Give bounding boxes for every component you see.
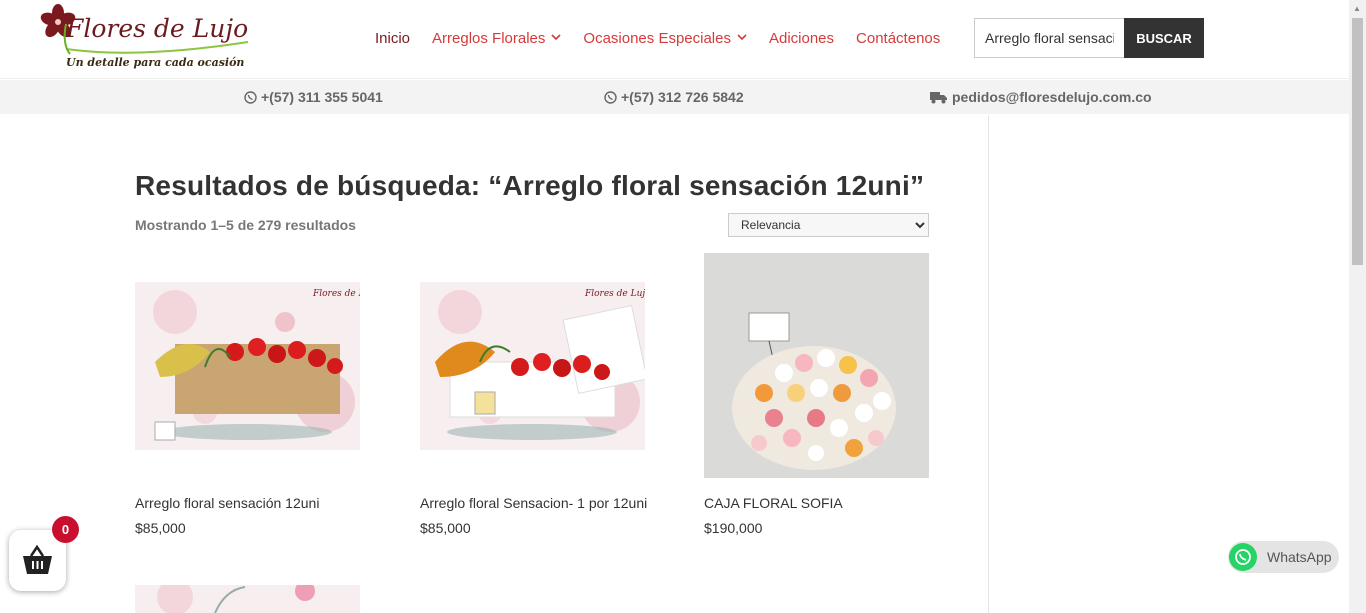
whatsapp-chat-button[interactable]: WhatsApp — [1228, 541, 1339, 573]
nav-item-label: Arreglos Florales — [432, 30, 546, 47]
product-price: $85,000 — [135, 520, 186, 536]
nav-item-label: Contáctenos — [856, 30, 941, 47]
sidebar-divider — [988, 115, 989, 613]
page-scrollbar[interactable]: ▲ — [1349, 0, 1366, 613]
product-price: $190,000 — [704, 520, 763, 536]
brand-name: Flores de Lujo — [66, 14, 249, 43]
phone-contact-2[interactable]: +(57) 312 726 5842 — [604, 89, 744, 105]
chevron-down-icon — [737, 33, 747, 44]
product-card[interactable]: Flores de Lujo Arreglo floral sensación … — [135, 253, 360, 543]
search-button[interactable]: BUSCAR — [1124, 18, 1204, 58]
nav-item-label: Inicio — [375, 30, 411, 47]
results-count: Mostrando 1–5 de 279 resultados — [135, 217, 356, 233]
whatsapp-icon — [1229, 543, 1257, 571]
cart-count-badge: 0 — [52, 516, 79, 543]
phone-contact-1[interactable]: +(57) 311 355 5041 — [244, 89, 383, 105]
site-logo[interactable]: Flores de Lujo Un detalle para cada ocas… — [38, 4, 248, 74]
phone-number: +(57) 312 726 5842 — [621, 89, 744, 105]
scrollbar-thumb[interactable] — [1352, 18, 1363, 265]
nav-item-arreglos-florales[interactable]: Arreglos Florales — [432, 30, 561, 47]
product-image[interactable] — [704, 253, 929, 478]
chevron-down-icon — [551, 33, 561, 44]
basket-icon — [23, 544, 52, 574]
product-name[interactable]: Arreglo floral Sensacion- 1 por 12uni — [420, 495, 647, 511]
product-name[interactable]: Arreglo floral sensación 12uni — [135, 495, 319, 511]
delivery-truck-icon — [930, 91, 947, 103]
nav-item-adiciones[interactable]: Adiciones — [769, 30, 834, 47]
site-header: Flores de Lujo Un detalle para cada ocas… — [0, 0, 1349, 79]
search-input[interactable] — [974, 18, 1124, 58]
nav-item-inicio[interactable]: Inicio — [375, 30, 410, 47]
phone-number: +(57) 311 355 5041 — [261, 89, 383, 105]
search-form: BUSCAR — [974, 18, 1204, 58]
nav-item-label: Adiciones — [768, 30, 835, 47]
brand-tagline: Un detalle para cada ocasión — [66, 56, 245, 69]
nav-item-ocasiones-especiales[interactable]: Ocasiones Especiales — [583, 30, 747, 47]
orderby-select[interactable]: Relevancia — [728, 213, 929, 237]
main-nav: Inicio Arreglos Florales Ocasiones Espec… — [375, 30, 962, 47]
product-card[interactable]: Flores de Lujo Arreglo floral Sensacion-… — [420, 253, 647, 543]
product-card[interactable] — [135, 585, 360, 613]
nav-item-label: Ocasiones Especiales — [583, 30, 731, 47]
svg-text:Flores de Lujo: Flores de Lujo — [312, 289, 360, 299]
contact-bar: +(57) 311 355 5041 +(57) 312 726 5842 pe… — [0, 80, 1349, 114]
product-image[interactable]: Flores de Lujo — [420, 282, 645, 450]
email-address: pedidos@floresdelujo.com.co — [952, 89, 1152, 105]
product-card[interactable]: CAJA FLORAL SOFIA $190,000 — [704, 253, 929, 543]
email-contact[interactable]: pedidos@floresdelujo.com.co — [930, 89, 1152, 105]
page-title: Resultados de búsqueda: “Arreglo floral … — [135, 170, 925, 201]
scroll-up-arrow-icon[interactable]: ▲ — [1353, 4, 1361, 13]
whatsapp-icon — [604, 90, 617, 104]
product-image[interactable] — [135, 585, 360, 613]
product-name[interactable]: CAJA FLORAL SOFIA — [704, 495, 843, 511]
svg-text:Flores de Lujo: Flores de Lujo — [584, 289, 645, 299]
product-price: $85,000 — [420, 520, 471, 536]
product-image[interactable]: Flores de Lujo — [135, 282, 360, 450]
whatsapp-label: WhatsApp — [1267, 549, 1332, 565]
whatsapp-icon — [244, 90, 257, 104]
nav-item-contactenos[interactable]: Contáctenos — [856, 30, 940, 47]
